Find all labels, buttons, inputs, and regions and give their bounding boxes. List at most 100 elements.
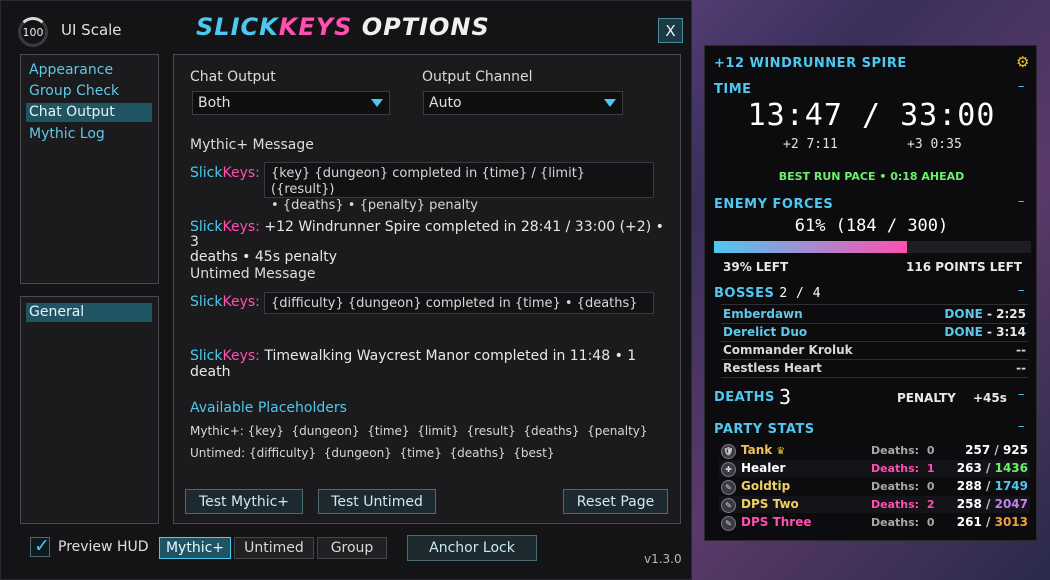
options-window: 100 UI Scale SLICKKEYS OPTIONS X Appeara… [0, 0, 692, 580]
party-row: 🛡 Tank ♛ Deaths: 0 257 / 925 [719, 442, 1030, 459]
boss-name: Restless Heart [723, 361, 822, 375]
role-icon: ✎ [721, 516, 736, 531]
chat-output-dropdown[interactable]: Both [192, 91, 390, 115]
boss-row: Derelict Duo DONE - 3:14 [721, 324, 1028, 342]
prefix-keys: Keys: [222, 219, 260, 235]
nav-item-mythic-log[interactable]: Mythic Log [26, 125, 152, 144]
nav-item-general[interactable]: General [26, 303, 152, 322]
ui-scale-dial[interactable]: 100 [18, 17, 48, 47]
nav-item-group-check[interactable]: Group Check [26, 82, 152, 101]
boss-name: Derelict Duo [723, 325, 808, 339]
hud-timer: 13:47 / 33:00 [747, 98, 996, 133]
output-channel-dropdown[interactable]: Auto [423, 91, 623, 115]
nav-item-chat-output[interactable]: Chat Output [26, 103, 152, 122]
chevron-down-icon [604, 99, 616, 107]
role-icon: 🛡 [721, 444, 736, 459]
window-title: SLICKKEYS OPTIONS [196, 13, 490, 41]
mode-tab-mythic[interactable]: Mythic+ [159, 537, 231, 559]
mode-tab-untimed[interactable]: Untimed [234, 537, 314, 559]
boss-status: -- [1016, 361, 1026, 375]
mythic-template-input[interactable]: {key} {dungeon} completed in {time} / {l… [264, 162, 654, 213]
party-score: 263 / 1436 [957, 461, 1028, 475]
enemy-forces-label: ENEMY FORCES [714, 197, 834, 212]
party-score-sep: / [981, 479, 995, 493]
party-score-b: 1436 [994, 461, 1028, 475]
reset-page-button[interactable]: Reset Page [563, 489, 668, 514]
preview-hud-checkbox[interactable]: ✓ [30, 535, 50, 557]
party-score-b: 3013 [994, 515, 1028, 529]
ui-scale-value: 100 [22, 25, 44, 39]
gear-icon[interactable]: ⚙ [1016, 53, 1029, 71]
party-deaths-label: Deaths: [871, 516, 920, 529]
boss-time: - 2:25 [982, 307, 1026, 321]
close-button[interactable]: X [658, 18, 683, 43]
deaths-collapse-toggle[interactable]: – [1018, 387, 1025, 402]
anchor-lock-button[interactable]: Anchor Lock [407, 535, 537, 561]
placeholders-mythic: Mythic+: {key} {dungeon} {time} {limit} … [190, 424, 648, 438]
plus2-timer: +2 7:11 [783, 137, 838, 152]
party-score-a: 257 [965, 443, 991, 457]
enemy-collapse-toggle[interactable]: – [1018, 194, 1025, 209]
chevron-down-icon [371, 99, 383, 107]
untimed-prefix: SlickKeys: [190, 294, 260, 310]
party-score-b: 1749 [994, 479, 1028, 493]
checkmark-icon: ✓ [34, 535, 50, 557]
divider [721, 304, 1028, 305]
prefix-keys: Keys: [222, 294, 260, 310]
enemy-forces-bar [714, 241, 1031, 253]
enemy-left-pct: 39% LEFT [723, 260, 789, 274]
mode-tab-group[interactable]: Group [317, 537, 387, 559]
party-deaths-value: 0 [923, 444, 935, 457]
best-run-value: 0:18 AHEAD [890, 170, 965, 183]
party-deaths-label: Deaths: [871, 498, 920, 511]
penalty-value: +45s [973, 391, 1007, 405]
mythic-template-line1: {key} {dungeon} completed in {time} / {l… [271, 166, 586, 197]
party-deaths-value: 0 [923, 480, 935, 493]
party-collapse-toggle[interactable]: – [1018, 419, 1025, 434]
party-score-b: 925 [1002, 443, 1028, 457]
mythic-message-label: Mythic+ Message [190, 137, 314, 153]
untimed-template-input[interactable]: {difficulty} {dungeon} completed in {tim… [264, 292, 654, 314]
version-label: v1.3.0 [644, 552, 682, 566]
party-score: 288 / 1749 [957, 479, 1028, 493]
party-score: 258 / 2047 [957, 497, 1028, 511]
party-score-a: 263 [956, 461, 982, 475]
untimed-message-label: Untimed Message [190, 266, 316, 282]
party-deaths-value: 1 [923, 462, 935, 475]
party-row: ✎ DPS Three Deaths: 0 261 / 3013 [719, 514, 1030, 531]
party-row: ✚ Healer Deaths: 1 263 / 1436 [719, 460, 1030, 477]
role-icon: ✎ [721, 480, 736, 495]
mythic-preview: SlickKeys: +12 Windrunner Spire complete… [190, 220, 670, 265]
party-score: 261 / 3013 [957, 515, 1028, 529]
party-score-a: 288 [956, 479, 982, 493]
prefix-keys: Keys: [222, 348, 260, 364]
boss-name: Emberdawn [723, 307, 803, 321]
test-untimed-button[interactable]: Test Untimed [318, 489, 436, 514]
crown-icon: ♛ [776, 446, 786, 457]
mythic-template-line2: • {deaths} • {penalty} penalty [271, 198, 478, 213]
best-run-dot: • [879, 170, 887, 183]
time-collapse-toggle[interactable]: – [1018, 79, 1025, 94]
nav-item-appearance[interactable]: Appearance [26, 61, 152, 80]
party-score-sep: / [981, 497, 995, 511]
boss-done: DONE [944, 307, 983, 321]
party-score: 257 / 925 [965, 443, 1028, 457]
party-member-name: Tank ♛ [741, 443, 786, 457]
prefix-slick: Slick [190, 294, 223, 310]
chat-output-value: Both [198, 95, 231, 111]
party-member-name: DPS Three [741, 515, 812, 529]
title-slick: SLICK [196, 13, 279, 41]
chat-output-label: Chat Output [190, 69, 276, 85]
bosses-collapse-toggle[interactable]: – [1018, 283, 1025, 298]
party-deaths: Deaths: 0 [871, 444, 935, 457]
ui-scale-label: UI Scale [61, 21, 122, 39]
party-score-sep: / [981, 461, 995, 475]
boss-status: DONE - 3:14 [944, 325, 1026, 339]
test-mythic-button[interactable]: Test Mythic+ [185, 489, 303, 514]
boss-status: DONE - 2:25 [944, 307, 1026, 321]
time-label: TIME [714, 82, 752, 97]
title-options: OPTIONS [352, 13, 490, 41]
party-member-name: DPS Two [741, 497, 799, 511]
party-deaths-value: 0 [923, 516, 935, 529]
role-icon: ✚ [721, 462, 736, 477]
